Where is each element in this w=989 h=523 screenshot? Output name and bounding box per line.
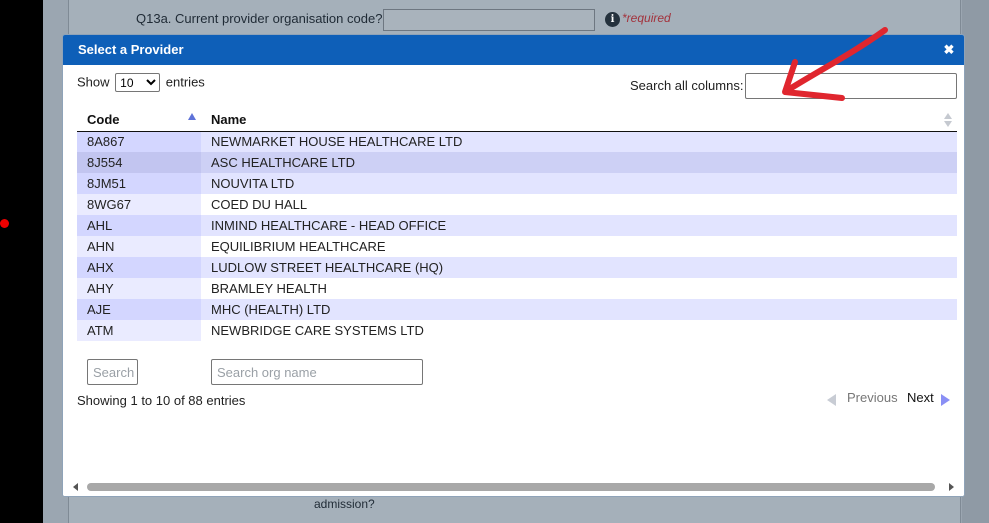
close-icon[interactable]: ✖ — [942, 35, 956, 65]
cell-code: AHN — [77, 236, 201, 257]
select-provider-dialog: Select a Provider ✖ Show 10 entries Sear… — [62, 34, 965, 497]
show-label: Show — [77, 74, 110, 90]
cell-code: AHX — [77, 257, 201, 278]
cell-name: NEWMARKET HOUSE HEALTHCARE LTD — [201, 131, 957, 152]
q13a-input[interactable] — [383, 9, 595, 31]
cell-code: 8J554 — [77, 152, 201, 173]
scroll-right-icon[interactable] — [949, 483, 954, 491]
table-row[interactable]: AJE MHC (HEALTH) LTD — [77, 299, 957, 320]
left-black-margin — [0, 0, 43, 523]
q13a-label: Q13a. Current provider organisation code… — [136, 11, 383, 26]
horizontal-scrollbar[interactable] — [63, 477, 964, 496]
table-row[interactable]: AHL INMIND HEALTHCARE - HEAD OFFICE — [77, 215, 957, 236]
cell-name: BRAMLEY HEALTH — [201, 278, 957, 299]
cell-name: MHC (HEALTH) LTD — [201, 299, 957, 320]
dialog-title: Select a Provider — [78, 42, 184, 57]
next-button[interactable]: Next — [907, 390, 934, 405]
table-row[interactable]: AHN EQUILIBRIUM HEALTHCARE — [77, 236, 957, 257]
search-all-input[interactable] — [745, 73, 957, 99]
cell-code: 8JM51 — [77, 173, 201, 194]
cell-code: 8A867 — [77, 131, 201, 152]
sort-both-icon — [944, 113, 952, 129]
next-arrow-icon[interactable] — [941, 394, 950, 406]
entries-select[interactable]: 10 — [115, 73, 161, 92]
cell-code: AHL — [77, 215, 201, 236]
info-icon[interactable]: i — [605, 12, 620, 27]
entries-label: entries — [165, 74, 205, 90]
scroll-left-icon[interactable] — [73, 483, 78, 491]
org-name-search-input[interactable] — [211, 359, 423, 385]
column-header-code[interactable]: Code — [77, 109, 201, 132]
red-dot-marker — [0, 219, 9, 228]
providers-table: Code Name 8A867 NEWMARKET HOUSE HEALTHCAR… — [77, 109, 957, 341]
table-info: Showing 1 to 10 of 88 entries — [77, 393, 246, 408]
column-header-name[interactable]: Name — [201, 109, 957, 132]
background-right-strip — [962, 0, 989, 523]
dialog-title-bar: Select a Provider ✖ — [63, 35, 964, 65]
table-row[interactable]: 8J554 ASC HEALTHCARE LTD — [77, 152, 957, 173]
table-row[interactable]: 8JM51 NOUVITA LTD — [77, 173, 957, 194]
cell-code: AJE — [77, 299, 201, 320]
column-header-name-label: Name — [211, 112, 247, 128]
code-search-input[interactable] — [87, 359, 138, 385]
cell-name: INMIND HEALTHCARE - HEAD OFFICE — [201, 215, 957, 236]
q13a-row: Q13a. Current provider organisation code… — [0, 9, 989, 31]
search-all-label: Search all columns: — [630, 78, 744, 93]
required-note: *required — [622, 11, 671, 25]
cell-name: COED DU HALL — [201, 194, 957, 215]
cell-name: EQUILIBRIUM HEALTHCARE — [201, 236, 957, 257]
column-header-code-label: Code — [87, 112, 120, 128]
cell-name: LUDLOW STREET HEALTHCARE (HQ) — [201, 257, 957, 278]
cell-code: AHY — [77, 278, 201, 299]
sort-ascending-icon — [188, 113, 196, 120]
table-row[interactable]: ATM NEWBRIDGE CARE SYSTEMS LTD — [77, 320, 957, 341]
show-entries-control: Show 10 entries — [77, 73, 205, 92]
cell-name: NEWBRIDGE CARE SYSTEMS LTD — [201, 320, 957, 341]
previous-arrow-icon[interactable] — [827, 394, 836, 406]
admission-label: admission? — [314, 497, 375, 511]
previous-button[interactable]: Previous — [847, 390, 898, 405]
table-row[interactable]: 8A867 NEWMARKET HOUSE HEALTHCARE LTD — [77, 131, 957, 152]
scrollbar-thumb[interactable] — [87, 483, 935, 491]
cell-code: ATM — [77, 320, 201, 341]
table-row[interactable]: AHX LUDLOW STREET HEALTHCARE (HQ) — [77, 257, 957, 278]
cell-code: 8WG67 — [77, 194, 201, 215]
cell-name: ASC HEALTHCARE LTD — [201, 152, 957, 173]
table-row[interactable]: AHY BRAMLEY HEALTH — [77, 278, 957, 299]
table-header-row: Code Name — [77, 109, 957, 132]
table-row[interactable]: 8WG67 COED DU HALL — [77, 194, 957, 215]
cell-name: NOUVITA LTD — [201, 173, 957, 194]
